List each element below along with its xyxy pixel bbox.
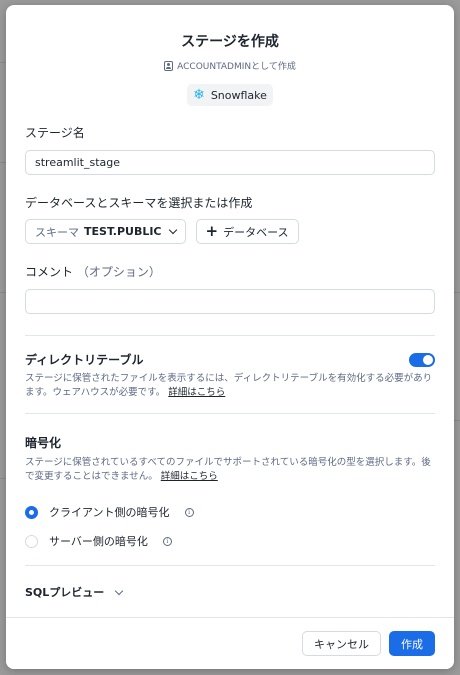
radio-client-side-encryption[interactable]: クライアント側の暗号化 i xyxy=(25,504,435,520)
dialog-footer: キャンセル 作成 xyxy=(6,617,454,669)
add-database-button[interactable]: + データベース xyxy=(195,219,299,244)
account-chip-label: Snowflake xyxy=(210,88,267,102)
database-schema-label: データベースとスキーマを選択または作成 xyxy=(25,196,253,210)
cancel-button[interactable]: キャンセル xyxy=(302,631,381,656)
schema-select[interactable]: スキーマ TEST.PUBLIC xyxy=(25,219,186,244)
radio-button-unselected[interactable] xyxy=(25,534,38,548)
encryption-description-text: ステージに保管されているすべてのファイルでサポートされている暗号化の型を選択しま… xyxy=(25,457,431,482)
directory-table-title: ディレクトリテーブル xyxy=(25,353,144,367)
radio-button-selected[interactable] xyxy=(25,505,38,519)
account-chip: ❄ Snowflake xyxy=(187,84,273,106)
comment-label: コメント （オプション） xyxy=(25,263,435,280)
snowflake-icon: ❄ xyxy=(193,87,205,103)
encryption-title: 暗号化 xyxy=(25,436,62,450)
comment-label-text: コメント xyxy=(25,265,74,279)
directory-table-toggle[interactable] xyxy=(409,352,435,367)
chevron-down-icon xyxy=(168,225,177,235)
dialog-header: ステージを作成 ACCOUNTADMINとして作成 ❄ Snowflake xyxy=(6,5,454,106)
comment-optional-text: （オプション） xyxy=(76,265,161,279)
create-stage-dialog: ステージを作成 ACCOUNTADMINとして作成 ❄ Snowflake ステ… xyxy=(6,5,454,669)
dialog-title: ステージを作成 xyxy=(181,34,279,50)
stage-name-input[interactable]: streamlit_stage xyxy=(25,150,435,175)
role-line: ACCOUNTADMINとして作成 xyxy=(6,59,454,72)
info-icon[interactable]: i xyxy=(162,536,172,546)
sql-preview-toggle[interactable]: SQLプレビュー xyxy=(25,584,435,600)
encryption-learn-more-link[interactable]: 詳細はこちら xyxy=(161,471,218,482)
stage-name-label: ステージ名 xyxy=(25,126,85,140)
radio-label: クライアント側の暗号化 xyxy=(49,506,170,519)
directory-table-header: ディレクトリテーブル xyxy=(25,351,435,368)
sql-preview-label: SQLプレビュー xyxy=(25,586,105,599)
schema-prefix: スキーマ xyxy=(35,225,79,239)
stage-name-value: streamlit_stage xyxy=(35,156,121,169)
directory-table-description-text: ステージに保管されたファイルを表示するには、ディレクトリテーブルを有効化する必要… xyxy=(25,373,433,398)
radio-label: サーバー側の暗号化 xyxy=(49,535,148,548)
dialog-body: ステージ名 streamlit_stage データベースとスキーマを選択または作… xyxy=(6,124,454,314)
role-text: ACCOUNTADMINとして作成 xyxy=(177,62,296,72)
schema-value: TEST.PUBLIC xyxy=(84,225,162,238)
database-schema-controls: スキーマ TEST.PUBLIC + データベース xyxy=(25,219,435,244)
directory-table-description: ステージに保管されたファイルを表示するには、ディレクトリテーブルを有効化する必要… xyxy=(25,372,435,400)
encryption-section: 暗号化 ステージに保管されているすべてのファイルでサポートされている暗号化の型を… xyxy=(6,414,454,549)
info-icon[interactable]: i xyxy=(184,507,194,517)
radio-server-side-encryption[interactable]: サーバー側の暗号化 i xyxy=(25,533,435,549)
directory-table-learn-more-link[interactable]: 詳細はこちら xyxy=(168,387,225,398)
create-button[interactable]: 作成 xyxy=(389,631,435,656)
person-badge-icon xyxy=(164,60,174,71)
encryption-description: ステージに保管されているすべてのファイルでサポートされている暗号化の型を選択しま… xyxy=(25,456,435,484)
add-database-label: データベース xyxy=(223,225,289,239)
plus-icon: + xyxy=(205,222,219,240)
chevron-down-icon xyxy=(115,586,124,595)
directory-table-section: ディレクトリテーブル ステージに保管されたファイルを表示するには、ディレクトリテ… xyxy=(6,336,454,400)
sql-preview-section: SQLプレビュー xyxy=(6,566,454,600)
comment-input[interactable] xyxy=(25,289,435,314)
